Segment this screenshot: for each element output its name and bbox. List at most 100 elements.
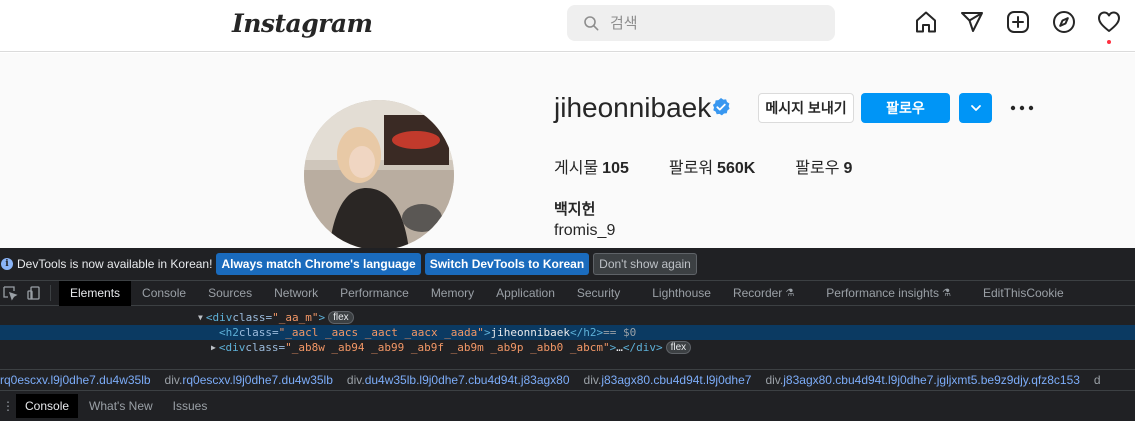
dom-end-tag: </h2> [570, 326, 604, 339]
direct-send-icon[interactable] [960, 10, 984, 34]
dom-end-tag: </div> [622, 341, 663, 354]
profile-bio: fromis_9 [554, 222, 616, 239]
instagram-logo[interactable]: Instagram [232, 9, 373, 38]
dom-attr-value: "_aa_m" [272, 311, 319, 324]
dom-tag: <div [205, 311, 233, 324]
stat-posts-label: 게시물 [554, 160, 599, 177]
switch-to-korean-button[interactable]: Switch DevTools to Korean [424, 253, 590, 275]
drawer-tab-issues[interactable]: Issues [164, 394, 217, 418]
devtools-tab-bar: Elements Console Sources Network Perform… [0, 280, 1135, 306]
dom-attr-name: class= [232, 311, 273, 324]
breadcrumb-item[interactable]: div.du4w35lb.l9j0dhe7.cbu4d94t.j83agx80 [347, 373, 570, 387]
stat-followers-value: 560K [717, 160, 756, 177]
tab-recorder[interactable]: Recorder ⚗ [722, 281, 805, 306]
stat-posts-value: 105 [602, 160, 629, 177]
message-button[interactable]: 메시지 보내기 [758, 93, 854, 123]
breadcrumb-prefix: d [1093, 372, 1101, 387]
search-input[interactable] [610, 14, 810, 32]
drawer-tab-whats-new[interactable]: What's New [80, 394, 162, 418]
verified-badge-icon [712, 98, 730, 116]
elements-dom-tree: ▼ <div class= "_aa_m" > flex <h2 class= "_a… [0, 307, 1135, 367]
dom-collapsed-ellipsis[interactable]: … [616, 341, 623, 354]
more-horizontal-icon [1010, 105, 1034, 111]
flex-badge[interactable]: flex [328, 311, 354, 324]
dom-node-div-ab8w[interactable]: ▶ <div class= "_ab8w _ab94 _ab99 _ab9f _a… [0, 340, 1135, 355]
dom-tag: <h2 [219, 326, 239, 339]
tab-network[interactable]: Network [263, 281, 329, 306]
notification-dot [1107, 40, 1111, 44]
breadcrumb-class: du4w35lb.l9j0dhe7.cbu4d94t.j83agx80 [364, 372, 570, 387]
explore-compass-icon[interactable] [1052, 10, 1076, 34]
breadcrumb-item[interactable]: div.rq0escxv.l9j0dhe7.du4w35lb [165, 373, 333, 387]
drawer-menu-icon[interactable]: ⋮ [0, 399, 16, 413]
dom-tag-close: > [318, 311, 326, 324]
profile-username: jiheonnibaek [554, 92, 712, 123]
tab-memory[interactable]: Memory [420, 281, 485, 306]
tab-performance-insights[interactable]: Performance insights ⚗ [805, 281, 962, 306]
more-options-button[interactable] [1008, 93, 1036, 123]
profile-full-name: 백지헌 [554, 201, 596, 218]
flex-badge[interactable]: flex [665, 341, 692, 354]
home-icon[interactable] [914, 10, 938, 34]
breadcrumb-class: rq0escxv.l9j0dhe7.du4w35lb [182, 372, 333, 387]
dont-show-again-button[interactable]: Don't show again [593, 253, 697, 275]
dom-attr-name: class= [245, 341, 286, 354]
breadcrumb-prefix: div. [583, 372, 602, 387]
stat-followers[interactable]: 팔로워 560K [669, 154, 755, 178]
experimental-flask-icon: ⚗ [942, 287, 951, 299]
breadcrumb-item[interactable]: div.j83agx80.cbu4d94t.l9j0dhe7 [584, 373, 752, 387]
info-icon: i [1, 258, 13, 270]
tab-performance[interactable]: Performance [329, 281, 420, 306]
suggested-accounts-button[interactable] [959, 93, 992, 123]
profile-header: jiheonnibaek 메시지 보내기 팔로우 게시물 105 팔로워 560K … [0, 53, 1135, 248]
experimental-flask-icon: ⚗ [785, 287, 795, 299]
drawer-tab-console[interactable]: Console [16, 394, 79, 418]
profile-avatar[interactable] [304, 100, 454, 248]
collapse-triangle-icon[interactable]: ▼ [198, 313, 203, 322]
breadcrumb-prefix: div. [765, 372, 784, 387]
tab-editthiscookie[interactable]: EditThisCookie [962, 281, 1075, 306]
activity-heart-icon[interactable] [1097, 10, 1121, 34]
dom-selected-marker: == $0 [603, 326, 637, 339]
top-nav-bar: Instagram [0, 0, 1135, 52]
tab-lighthouse[interactable]: Lighthouse [631, 281, 722, 306]
search-box[interactable] [567, 5, 835, 41]
dom-attr-name: class= [238, 326, 279, 339]
chevron-down-icon [970, 105, 981, 111]
tab-elements[interactable]: Elements [59, 280, 132, 306]
breadcrumb-item[interactable]: div.j83agx80.cbu4d94t.l9j0dhe7.jgljxmt5.… [765, 373, 1079, 387]
dom-breadcrumbs: rq0escxv.l9j0dhe7.du4w35lb div.rq0escxv.… [0, 369, 1135, 389]
breadcrumb-item[interactable]: d [1094, 373, 1101, 387]
stat-posts: 게시물 105 [554, 154, 629, 178]
tab-console[interactable]: Console [131, 281, 197, 306]
breadcrumb-item[interactable]: rq0escxv.l9j0dhe7.du4w35lb [0, 373, 151, 387]
dom-attr-value: "_ab8w _ab94 _ab99 _ab9f _ab9m _ab9p _ab… [285, 341, 610, 354]
device-toolbar-icon[interactable] [26, 285, 42, 301]
devtools-language-infobar: i DevTools is now available in Korean! A… [0, 248, 1135, 281]
search-icon [584, 16, 599, 31]
profile-stats: 게시물 105 팔로워 560K 팔로우 9 [554, 154, 892, 178]
dom-tag: <div [218, 341, 246, 354]
dom-tag-close: > [609, 341, 617, 354]
breadcrumb-class: j83agx80.cbu4d94t.l9j0dhe7 [601, 372, 752, 387]
inspect-element-icon[interactable] [2, 285, 18, 301]
dom-text-node: jiheonnibaek [490, 326, 571, 339]
stat-following[interactable]: 팔로우 9 [795, 154, 852, 178]
tab-recorder-label: Recorder [732, 286, 783, 300]
breadcrumb-class: j83agx80.cbu4d94t.l9j0dhe7.jgljxmt5.be9z… [783, 372, 1080, 387]
tab-sources[interactable]: Sources [197, 281, 263, 306]
devtools-drawer-tabs: ⋮ Console What's New Issues [0, 390, 1135, 421]
new-post-icon[interactable] [1006, 10, 1030, 34]
dom-tag-close: > [483, 326, 491, 339]
tab-application[interactable]: Application [485, 281, 566, 306]
expand-triangle-icon[interactable]: ▶ [211, 343, 216, 352]
tab-performance-insights-label: Performance insights [826, 286, 939, 300]
always-match-language-button[interactable]: Always match Chrome's language [216, 253, 421, 275]
breadcrumb-prefix: div. [164, 372, 183, 387]
tab-security[interactable]: Security [566, 281, 631, 306]
dom-node-h2-selected[interactable]: <h2 class= "_aacl _aacs _aact _aacx _aada… [0, 325, 1135, 340]
dom-node-div-aa-m[interactable]: ▼ <div class= "_aa_m" > flex [0, 310, 1135, 325]
follow-button[interactable]: 팔로우 [861, 93, 950, 123]
breadcrumb-class: rq0escxv.l9j0dhe7.du4w35lb [0, 372, 151, 387]
stat-following-label: 팔로우 [795, 160, 840, 177]
